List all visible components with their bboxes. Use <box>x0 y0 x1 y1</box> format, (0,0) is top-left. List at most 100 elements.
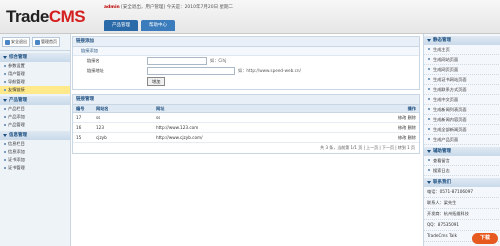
col-url: 网址 <box>153 105 379 113</box>
sidebar-group: 信息管理 信息栏目 信息添加 证书添加 证书管理 <box>0 131 70 172</box>
row-id: 17 <box>73 112 93 123</box>
col-name: 网站名 <box>93 105 153 113</box>
url-hint: 如：http://www.speed-web.cn/ <box>238 68 301 73</box>
sidebar-groups: 综合管理 参数设置 用户管理 导航管理 友情链接 产品管理 产品栏目 产品添加 产品管理 信息管理… <box>0 53 70 172</box>
name-label: 链接名 <box>87 58 100 63</box>
sidebar-item[interactable]: 产品栏目 <box>0 105 70 113</box>
logout-icon <box>5 39 10 45</box>
sidebar-item[interactable]: 产品添加 <box>0 113 70 121</box>
top-nav: 产品管理 帮助中心 <box>104 20 175 31</box>
contact-heading: 联系我们 <box>424 178 500 187</box>
col-ops: 操作 <box>379 105 419 113</box>
sidebar-item[interactable]: 证书添加 <box>0 156 70 164</box>
table-row: 15 cjzyb http://www.cjzyb.com/修改 删除 <box>73 132 419 143</box>
add-link-button[interactable]: 增加 <box>147 77 166 86</box>
contact-line: 电话：0571-87106097 <box>424 187 500 198</box>
row-url: ss <box>153 112 379 123</box>
row-name: cjzyb <box>93 132 153 143</box>
tab-product-management[interactable]: 产品管理 <box>104 20 138 31</box>
left-sidebar: 安全退出 管理首页 综合管理 参数设置 用户管理 导航管理 友情链接 产品管理 产品栏目 产品… <box>0 34 71 246</box>
admin-home-button[interactable]: 管理首页 <box>32 37 60 47</box>
url-row: 链接地址 如：http://www.speed-web.cn/ <box>73 66 419 76</box>
right-menu-item[interactable]: 生成全部新闻页面 <box>424 125 500 135</box>
sidebar-group-title: 综合管理 <box>9 55 27 60</box>
chevron-down-icon <box>427 39 431 42</box>
chevron-down-icon <box>427 150 431 153</box>
row-id: 16 <box>73 122 93 133</box>
sidebar-group-header[interactable]: 信息管理 <box>0 131 70 140</box>
right-group-title: 静态管理 <box>433 38 451 43</box>
sidebar-item[interactable]: 证书管理 <box>0 164 70 172</box>
contact-line: 联系人：梁先生 <box>424 198 500 209</box>
admin-home-label: 管理首页 <box>41 39 57 44</box>
row-url: http://www.123.com <box>153 122 379 133</box>
logout-button[interactable]: 安全退出 <box>2 37 30 47</box>
pager: 共 3 条，当前第 1/1 页 | 上一页 | 下一页 | 转到 1 页 <box>320 145 415 150</box>
watermark-badge: 下载 <box>472 233 498 244</box>
right-group-title: 辅助管理 <box>433 149 451 154</box>
link-url-input[interactable] <box>147 67 235 75</box>
link-add-panel-title: 链接添加 <box>73 37 419 47</box>
col-id: 编号 <box>73 105 93 113</box>
logo[interactable]: TradeCMS <box>6 7 86 27</box>
chevron-down-icon <box>3 134 7 137</box>
row-name: ss <box>93 112 153 123</box>
row-ops[interactable]: 修改 删除 <box>379 112 419 123</box>
sidebar-item[interactable]: 信息添加 <box>0 148 70 156</box>
username: admin <box>104 5 120 10</box>
links-table: 编号 网站名 网址 操作 17 ss ss 修改 删除 16 123 http://www.… <box>73 105 419 143</box>
sidebar-group: 产品管理 产品栏目 产品添加 产品管理 <box>0 96 70 129</box>
link-add-panel: 链接添加 链接添加 链接名 如：Cihj 链接地址 如：http://www.s… <box>72 36 420 90</box>
right-menu-item[interactable]: 生成中文页面 <box>424 95 500 105</box>
sidebar-group: 综合管理参数设置 用户管理 导航管理 友情链接 <box>0 53 70 94</box>
url-label: 链接地址 <box>87 68 104 73</box>
chevron-down-icon <box>3 99 7 102</box>
contact-line: 开发商：杭州拓维科技 <box>424 209 500 220</box>
tab-help-center[interactable]: 帮助中心 <box>141 20 175 31</box>
sidebar-item[interactable]: 信息栏目 <box>0 140 70 148</box>
sidebar-item[interactable]: 导航管理 <box>0 78 70 86</box>
sidebar-group-header[interactable]: 产品管理 <box>0 96 70 105</box>
right-menu-item[interactable]: 生成产品页面 <box>424 135 500 145</box>
table-row: 17 ss ss 修改 删除 <box>73 112 419 123</box>
sidebar-item[interactable]: 产品管理 <box>0 121 70 129</box>
right-menu-item[interactable]: 查看留言 <box>424 156 500 166</box>
right-group-header[interactable]: 静态管理 <box>424 36 500 45</box>
chevron-down-icon <box>427 181 431 184</box>
row-name: 123 <box>93 122 153 133</box>
logo-text: Trade <box>6 7 49 26</box>
right-menu-item[interactable]: 生成网页页面 <box>424 65 500 75</box>
right-menu-item[interactable]: 生成联系方式页面 <box>424 85 500 95</box>
row-id: 15 <box>73 132 93 143</box>
right-group-header[interactable]: 辅助管理 <box>424 147 500 156</box>
name-hint: 如：Cihj <box>210 58 227 63</box>
right-menu-item[interactable]: 搜索日志 <box>424 166 500 176</box>
sidebar-item[interactable]: 参数设置 <box>0 62 70 70</box>
header: TradeCMS admin [安全退出，用户管理] 今天是：2010年7月20… <box>0 0 500 34</box>
contact-line: QQ：87535091 <box>424 220 500 231</box>
sidebar-group-title: 产品管理 <box>9 98 27 103</box>
logout-label: 安全退出 <box>11 39 27 44</box>
main-content: 链接添加 链接添加 链接名 如：Cihj 链接地址 如：http://www.s… <box>72 36 420 246</box>
sidebar-item[interactable]: 友情链接 <box>0 86 70 94</box>
right-menu-item[interactable]: 生成新闻列表页面 <box>424 105 500 115</box>
table-header-row: 编号 网站名 网址 操作 <box>73 105 419 113</box>
home-icon <box>35 39 40 45</box>
sidebar-item[interactable]: 用户管理 <box>0 70 70 78</box>
right-menu-item[interactable]: 生成主页 <box>424 45 500 55</box>
link-manage-panel-title: 链接管理 <box>73 95 419 105</box>
link-name-input[interactable] <box>147 57 207 65</box>
chevron-down-icon <box>3 56 7 59</box>
right-menu-item[interactable]: 生成证书网站页面 <box>424 75 500 85</box>
right-menu-item[interactable]: 生成新闻内容页面 <box>424 115 500 125</box>
right-groups: 静态管理生成主页 生成网站页面 生成网页页面 生成证书网站页面 生成联系方式页面 生成中文… <box>424 36 500 176</box>
row-url: http://www.cjzyb.com/ <box>153 132 379 143</box>
table-row: 16 123 http://www.123.com 修改 删除 <box>73 122 419 133</box>
sidebar-top-buttons: 安全退出 管理首页 <box>0 34 70 51</box>
row-ops[interactable]: 修改 删除 <box>379 122 419 133</box>
link-add-subtitle: 链接添加 <box>73 47 419 56</box>
right-menu-item[interactable]: 生成网站页面 <box>424 55 500 65</box>
sidebar-group-header[interactable]: 综合管理 <box>0 53 70 62</box>
row-ops[interactable]: 修改 删除 <box>379 132 419 143</box>
link-manage-panel: 链接管理 编号 网站名 网址 操作 17 ss ss 修改 删除 16 123 http:/… <box>72 94 420 154</box>
